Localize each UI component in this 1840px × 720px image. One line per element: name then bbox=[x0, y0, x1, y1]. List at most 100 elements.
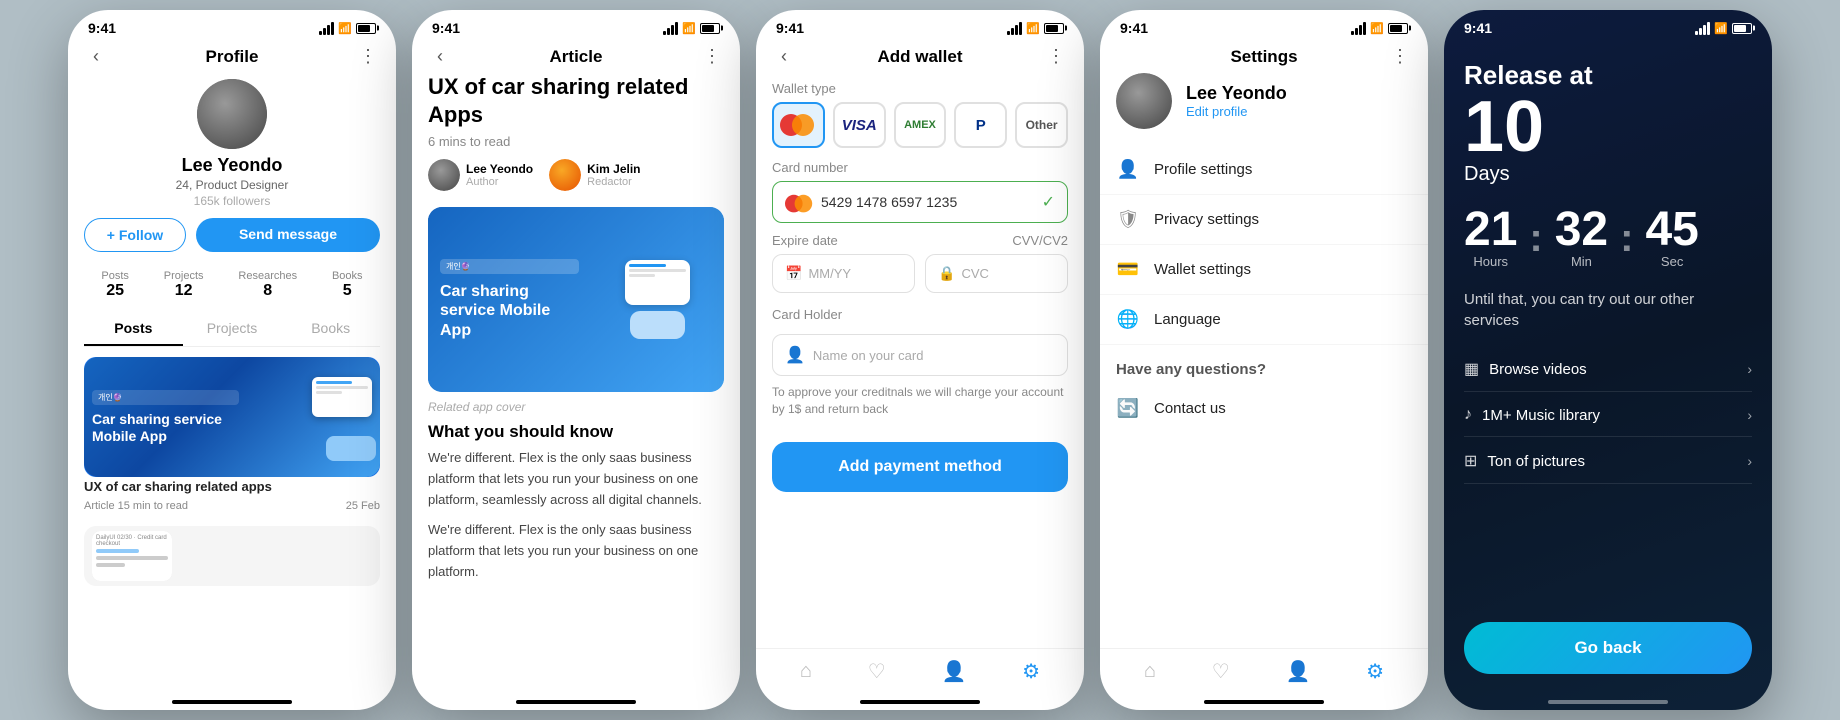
service-videos[interactable]: ▦ Browse videos › bbox=[1464, 347, 1752, 392]
profile-title: 24, Product Designer bbox=[68, 178, 396, 192]
time-wallet: 9:41 bbox=[776, 20, 804, 36]
nav-user-wallet[interactable]: 👤 bbox=[941, 659, 966, 684]
stat-books: Books 5 bbox=[332, 270, 363, 300]
menu-button-article[interactable]: ⋮ bbox=[700, 46, 724, 67]
post-meta: Article 15 min to read 25 Feb bbox=[68, 494, 396, 518]
nav-user-settings[interactable]: 👤 bbox=[1285, 659, 1310, 684]
post-title: UX of car sharing related apps bbox=[68, 477, 396, 494]
menu-button-settings[interactable]: ⋮ bbox=[1388, 46, 1412, 67]
article-section-title: What you should know bbox=[412, 422, 740, 448]
nav-bar-settings: Settings ⋮ bbox=[1100, 40, 1428, 73]
videos-chevron: › bbox=[1747, 361, 1752, 377]
post-card-1[interactable]: 개인🔮 Car sharing service Mobile App bbox=[84, 357, 380, 477]
post-card-2[interactable]: DailyUI 02/30 · Credit card checkout bbox=[84, 526, 380, 586]
stat-researches: Researches 8 bbox=[238, 270, 297, 300]
wallet-mastercard[interactable] bbox=[772, 102, 825, 148]
paypal-logo: P bbox=[976, 117, 986, 134]
wifi-icon: 📶 bbox=[338, 22, 352, 35]
videos-label: Browse videos bbox=[1489, 361, 1587, 378]
nav-settings-wallet[interactable]: ⚙ bbox=[1022, 659, 1040, 684]
phones-container: 9:41 📶 ‹ Profile ⋮ bbox=[0, 0, 1840, 720]
nav-settings-active[interactable]: ⚙ bbox=[1366, 659, 1384, 684]
tab-books[interactable]: Books bbox=[281, 312, 380, 346]
edit-profile-link[interactable]: Edit profile bbox=[1186, 104, 1287, 119]
article-caption: Related app cover bbox=[412, 400, 740, 422]
privacy-settings-label: Privacy settings bbox=[1154, 211, 1259, 228]
settings-user-info: Lee Yeondo Edit profile bbox=[1186, 83, 1287, 119]
minutes-block: 32 Min bbox=[1555, 206, 1608, 269]
settings-wallet[interactable]: 💳 Wallet settings bbox=[1100, 245, 1428, 295]
card-holder-field[interactable]: 👤 Name on your card bbox=[772, 334, 1068, 376]
status-bar-article: 9:41 📶 bbox=[412, 10, 740, 40]
nav-heart-wallet[interactable]: ♡ bbox=[868, 659, 886, 684]
profile-scroll: Lee Yeondo 24, Product Designer 165k fol… bbox=[68, 73, 396, 694]
service-pictures[interactable]: ⊞ Ton of pictures › bbox=[1464, 439, 1752, 484]
follow-button[interactable]: + Follow bbox=[84, 218, 186, 252]
videos-icon: ▦ bbox=[1464, 359, 1479, 379]
wallet-paypal[interactable]: P bbox=[954, 102, 1007, 148]
wallet-amex[interactable]: AMEX bbox=[894, 102, 947, 148]
status-icons-settings: 📶 bbox=[1351, 22, 1408, 35]
contact-us[interactable]: 🔄 Contact us bbox=[1100, 386, 1428, 431]
cvv-field[interactable]: 🔒 CVC bbox=[925, 254, 1068, 293]
calendar-icon: 📅 bbox=[785, 265, 802, 282]
tabs-row: Posts Projects Books bbox=[84, 312, 380, 347]
tab-projects[interactable]: Projects bbox=[183, 312, 282, 346]
hours-unit: Hours bbox=[1464, 254, 1517, 269]
nav-home-wallet[interactable]: ⌂ bbox=[800, 660, 812, 683]
back-button-wallet[interactable]: ‹ bbox=[772, 46, 796, 67]
article-body-2: We're different. Flex is the only saas b… bbox=[412, 520, 740, 592]
settings-language[interactable]: 🌐 Language bbox=[1100, 295, 1428, 345]
seconds-block: 45 Sec bbox=[1645, 206, 1698, 269]
avatar bbox=[197, 79, 267, 149]
home-indicator-wallet bbox=[860, 700, 980, 704]
language-settings-icon: 🌐 bbox=[1116, 309, 1140, 330]
profile-settings-label: Profile settings bbox=[1154, 161, 1252, 178]
time-settings: 9:41 bbox=[1120, 20, 1148, 36]
add-payment-button[interactable]: Add payment method bbox=[772, 442, 1068, 492]
card-number-value: 5429 1478 6597 1235 bbox=[821, 194, 957, 210]
author-1: Lee Yeondo Author bbox=[428, 159, 533, 191]
lock-icon: 🔒 bbox=[938, 265, 955, 282]
service-music[interactable]: ♪ 1M+ Music library › bbox=[1464, 394, 1752, 437]
stat-posts-label: Posts bbox=[101, 270, 129, 282]
nav-bar-article: ‹ Article ⋮ bbox=[412, 40, 740, 73]
nav-home-settings[interactable]: ⌂ bbox=[1144, 660, 1156, 683]
status-bar-profile: 9:41 📶 bbox=[68, 10, 396, 40]
wifi-icon-article: 📶 bbox=[682, 22, 696, 35]
signal-icon bbox=[319, 22, 334, 35]
wallet-visa[interactable]: VISA bbox=[833, 102, 886, 148]
date-cvv-labels: Expire date CVV/CV2 bbox=[756, 233, 1084, 248]
pictures-label: Ton of pictures bbox=[1487, 453, 1585, 470]
art-badge: 개인🔮 bbox=[440, 259, 579, 274]
nav-title-profile: Profile bbox=[108, 47, 356, 67]
battery-icon bbox=[356, 23, 376, 34]
expire-date-label: Expire date bbox=[772, 233, 838, 248]
signal-icon-wallet bbox=[1007, 22, 1022, 35]
privacy-settings-icon: 🛡 bbox=[1116, 209, 1140, 230]
nav-bar-wallet: ‹ Add wallet ⋮ bbox=[756, 40, 1084, 73]
tab-posts[interactable]: Posts bbox=[84, 312, 183, 346]
status-bar-countdown: 9:41 📶 bbox=[1444, 10, 1772, 40]
go-back-button[interactable]: Go back bbox=[1464, 622, 1752, 674]
settings-scroll: Lee Yeondo Edit profile 👤 Profile settin… bbox=[1100, 73, 1428, 648]
menu-button[interactable]: ⋮ bbox=[356, 46, 380, 67]
send-message-button[interactable]: Send message bbox=[196, 218, 380, 252]
status-bar-settings: 9:41 📶 bbox=[1100, 10, 1428, 40]
time-countdown: 9:41 bbox=[1464, 20, 1492, 36]
settings-user-name: Lee Yeondo bbox=[1186, 83, 1287, 104]
settings-privacy[interactable]: 🛡 Privacy settings bbox=[1100, 195, 1428, 245]
nav-heart-settings[interactable]: ♡ bbox=[1212, 659, 1230, 684]
battery-icon-article bbox=[700, 23, 720, 34]
back-button[interactable]: ‹ bbox=[84, 46, 108, 67]
menu-button-wallet[interactable]: ⋮ bbox=[1044, 46, 1068, 67]
wallet-other[interactable]: Other bbox=[1015, 102, 1068, 148]
back-button-article[interactable]: ‹ bbox=[428, 46, 452, 67]
card-number-field[interactable]: 5429 1478 6597 1235 ✓ bbox=[772, 181, 1068, 223]
check-icon: ✓ bbox=[1042, 192, 1055, 212]
settings-profile[interactable]: 👤 Profile settings bbox=[1100, 145, 1428, 195]
settings-avatar bbox=[1116, 73, 1172, 129]
seconds-number: 45 bbox=[1645, 206, 1698, 254]
card-number-group: Card number 5429 1478 6597 1235 ✓ bbox=[772, 160, 1068, 223]
expire-date-field[interactable]: 📅 MM/YY bbox=[772, 254, 915, 293]
